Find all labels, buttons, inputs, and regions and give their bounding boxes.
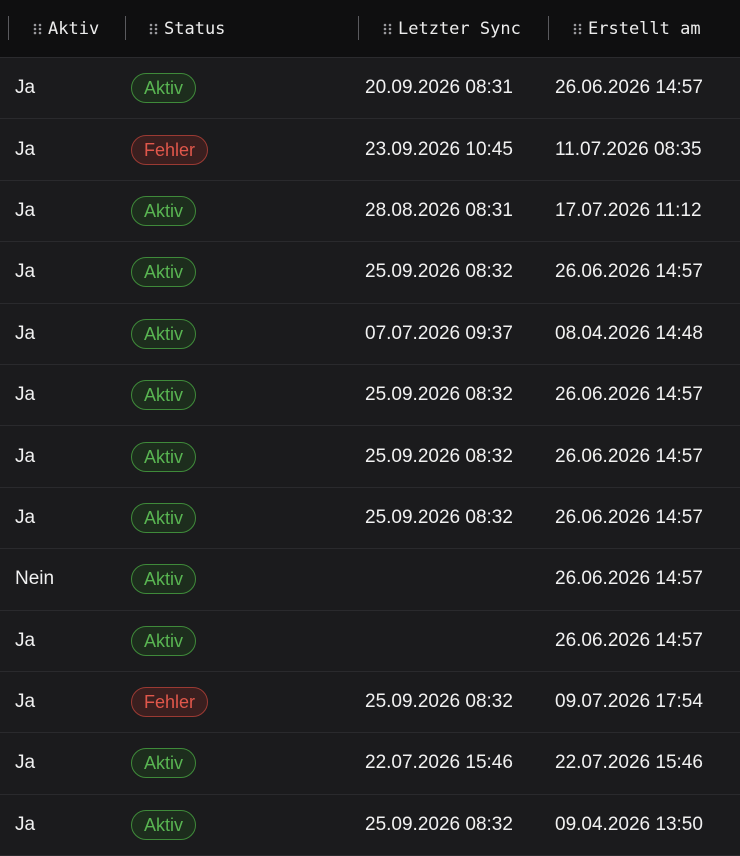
status-badge: Aktiv bbox=[131, 502, 197, 533]
cell-erstellt-am: 26.06.2026 14:57 bbox=[555, 261, 703, 283]
cell-letzter-sync: 25.09.2026 08:32 bbox=[365, 691, 513, 713]
cell-aktiv: Ja bbox=[15, 261, 36, 283]
cell-letzter-sync: 25.09.2026 08:32 bbox=[365, 813, 513, 835]
drag-handle-icon[interactable] bbox=[573, 23, 582, 35]
status-badge: Fehler bbox=[131, 687, 209, 718]
column-separator[interactable] bbox=[358, 16, 359, 40]
table-row[interactable]: Ja Aktiv 25.09.2026 08:32 26.06.2026 14:57 bbox=[0, 365, 740, 427]
cell-status: Aktiv bbox=[131, 426, 197, 486]
cell-status: Aktiv bbox=[131, 304, 197, 364]
table-row[interactable]: Ja Aktiv 20.09.2026 08:31 26.06.2026 14:57 bbox=[0, 58, 740, 120]
column-header-status[interactable]: Status bbox=[149, 0, 225, 57]
cell-letzter-sync: 20.09.2026 08:31 bbox=[365, 77, 513, 99]
cell-aktiv: Ja bbox=[15, 77, 36, 99]
table-header: Aktiv Status Letzter Sync Erstellt am bbox=[0, 0, 740, 58]
drag-handle-icon[interactable] bbox=[33, 23, 42, 35]
status-badge: Aktiv bbox=[131, 318, 197, 349]
cell-status: Aktiv bbox=[131, 181, 197, 241]
table-row[interactable]: Ja Aktiv 07.07.2026 09:37 08.04.2026 14:48 bbox=[0, 304, 740, 365]
column-separator[interactable] bbox=[548, 16, 549, 40]
cell-erstellt-am: 26.06.2026 14:57 bbox=[555, 629, 703, 651]
column-label-status: Status bbox=[164, 18, 226, 39]
table-row[interactable]: Ja Aktiv 28.08.2026 08:31 17.07.2026 11:12 bbox=[0, 181, 740, 243]
table-row[interactable]: Ja Fehler 23.09.2026 10:45 11.07.2026 08:35 bbox=[0, 119, 740, 181]
cell-erstellt-am: 22.07.2026 15:46 bbox=[555, 752, 703, 774]
column-header-erstellt-am[interactable]: Erstellt am bbox=[573, 0, 701, 57]
cell-status: Aktiv bbox=[131, 795, 197, 855]
data-table: Aktiv Status Letzter Sync Erstellt am Ja… bbox=[0, 0, 740, 856]
cell-aktiv: Ja bbox=[15, 445, 36, 467]
cell-status: Aktiv bbox=[131, 58, 197, 118]
cell-letzter-sync: 22.07.2026 15:46 bbox=[365, 752, 513, 774]
cell-erstellt-am: 08.04.2026 14:48 bbox=[555, 322, 703, 344]
cell-letzter-sync: 23.09.2026 10:45 bbox=[365, 138, 513, 160]
table-row[interactable]: Ja Fehler 25.09.2026 08:32 09.07.2026 17:54 bbox=[0, 672, 740, 734]
cell-status: Fehler bbox=[131, 672, 209, 732]
cell-status: Aktiv bbox=[131, 365, 197, 425]
cell-letzter-sync: 07.07.2026 09:37 bbox=[365, 322, 513, 344]
status-badge: Aktiv bbox=[131, 441, 197, 472]
column-separator[interactable] bbox=[125, 16, 126, 40]
column-header-aktiv[interactable]: Aktiv bbox=[33, 0, 99, 57]
status-badge: Aktiv bbox=[131, 748, 197, 779]
cell-aktiv: Ja bbox=[15, 199, 36, 221]
cell-letzter-sync: 28.08.2026 08:31 bbox=[365, 199, 513, 221]
status-badge: Aktiv bbox=[131, 195, 197, 226]
column-label-aktiv: Aktiv bbox=[48, 18, 100, 39]
cell-status: Aktiv bbox=[131, 488, 197, 548]
cell-letzter-sync: 25.09.2026 08:32 bbox=[365, 506, 513, 528]
cell-status: Aktiv bbox=[131, 242, 197, 302]
status-badge: Aktiv bbox=[131, 625, 197, 656]
cell-aktiv: Ja bbox=[15, 752, 36, 774]
cell-aktiv: Nein bbox=[15, 568, 55, 590]
cell-erstellt-am: 11.07.2026 08:35 bbox=[555, 138, 702, 160]
cell-aktiv: Ja bbox=[15, 138, 36, 160]
column-header-letzter-sync[interactable]: Letzter Sync bbox=[383, 0, 521, 57]
cell-aktiv: Ja bbox=[15, 506, 36, 528]
status-badge: Aktiv bbox=[131, 809, 197, 840]
table-row[interactable]: Ja Aktiv 26.06.2026 14:57 bbox=[0, 611, 740, 672]
cell-erstellt-am: 26.06.2026 14:57 bbox=[555, 568, 703, 590]
cell-letzter-sync: 25.09.2026 08:32 bbox=[365, 261, 513, 283]
cell-erstellt-am: 26.06.2026 14:57 bbox=[555, 445, 703, 467]
table-body: Ja Aktiv 20.09.2026 08:31 26.06.2026 14:57 J… bbox=[0, 58, 740, 856]
cell-erstellt-am: 26.06.2026 14:57 bbox=[555, 77, 703, 99]
cell-erstellt-am: 09.07.2026 17:54 bbox=[555, 691, 703, 713]
cell-status: Fehler bbox=[131, 119, 209, 179]
status-badge: Fehler bbox=[131, 134, 209, 165]
table-row[interactable]: Ja Aktiv 25.09.2026 08:32 26.06.2026 14:57 bbox=[0, 426, 740, 488]
table-row[interactable]: Nein Aktiv 26.06.2026 14:57 bbox=[0, 549, 740, 611]
column-separator[interactable] bbox=[8, 16, 9, 40]
status-badge: Aktiv bbox=[131, 564, 197, 595]
cell-aktiv: Ja bbox=[15, 322, 36, 344]
cell-status: Aktiv bbox=[131, 611, 197, 671]
cell-letzter-sync: 25.09.2026 08:32 bbox=[365, 445, 513, 467]
cell-aktiv: Ja bbox=[15, 384, 36, 406]
table-row[interactable]: Ja Aktiv 22.07.2026 15:46 22.07.2026 15:46 bbox=[0, 733, 740, 795]
cell-aktiv: Ja bbox=[15, 629, 36, 651]
table-row[interactable]: Ja Aktiv 25.09.2026 08:32 09.04.2026 13:50 bbox=[0, 795, 740, 856]
cell-erstellt-am: 09.04.2026 13:50 bbox=[555, 813, 703, 835]
drag-handle-icon[interactable] bbox=[383, 23, 392, 35]
cell-erstellt-am: 17.07.2026 11:12 bbox=[555, 199, 702, 221]
cell-aktiv: Ja bbox=[15, 813, 36, 835]
table-row[interactable]: Ja Aktiv 25.09.2026 08:32 26.06.2026 14:57 bbox=[0, 488, 740, 550]
cell-status: Aktiv bbox=[131, 733, 197, 793]
drag-handle-icon[interactable] bbox=[149, 23, 158, 35]
cell-letzter-sync: 25.09.2026 08:32 bbox=[365, 384, 513, 406]
cell-status: Aktiv bbox=[131, 549, 197, 609]
cell-erstellt-am: 26.06.2026 14:57 bbox=[555, 384, 703, 406]
status-badge: Aktiv bbox=[131, 257, 197, 288]
column-label-letzter-sync: Letzter Sync bbox=[398, 18, 521, 39]
cell-erstellt-am: 26.06.2026 14:57 bbox=[555, 506, 703, 528]
cell-aktiv: Ja bbox=[15, 691, 36, 713]
status-badge: Aktiv bbox=[131, 73, 197, 104]
column-label-erstellt-am: Erstellt am bbox=[588, 18, 701, 39]
status-badge: Aktiv bbox=[131, 380, 197, 411]
table-row[interactable]: Ja Aktiv 25.09.2026 08:32 26.06.2026 14:57 bbox=[0, 242, 740, 304]
